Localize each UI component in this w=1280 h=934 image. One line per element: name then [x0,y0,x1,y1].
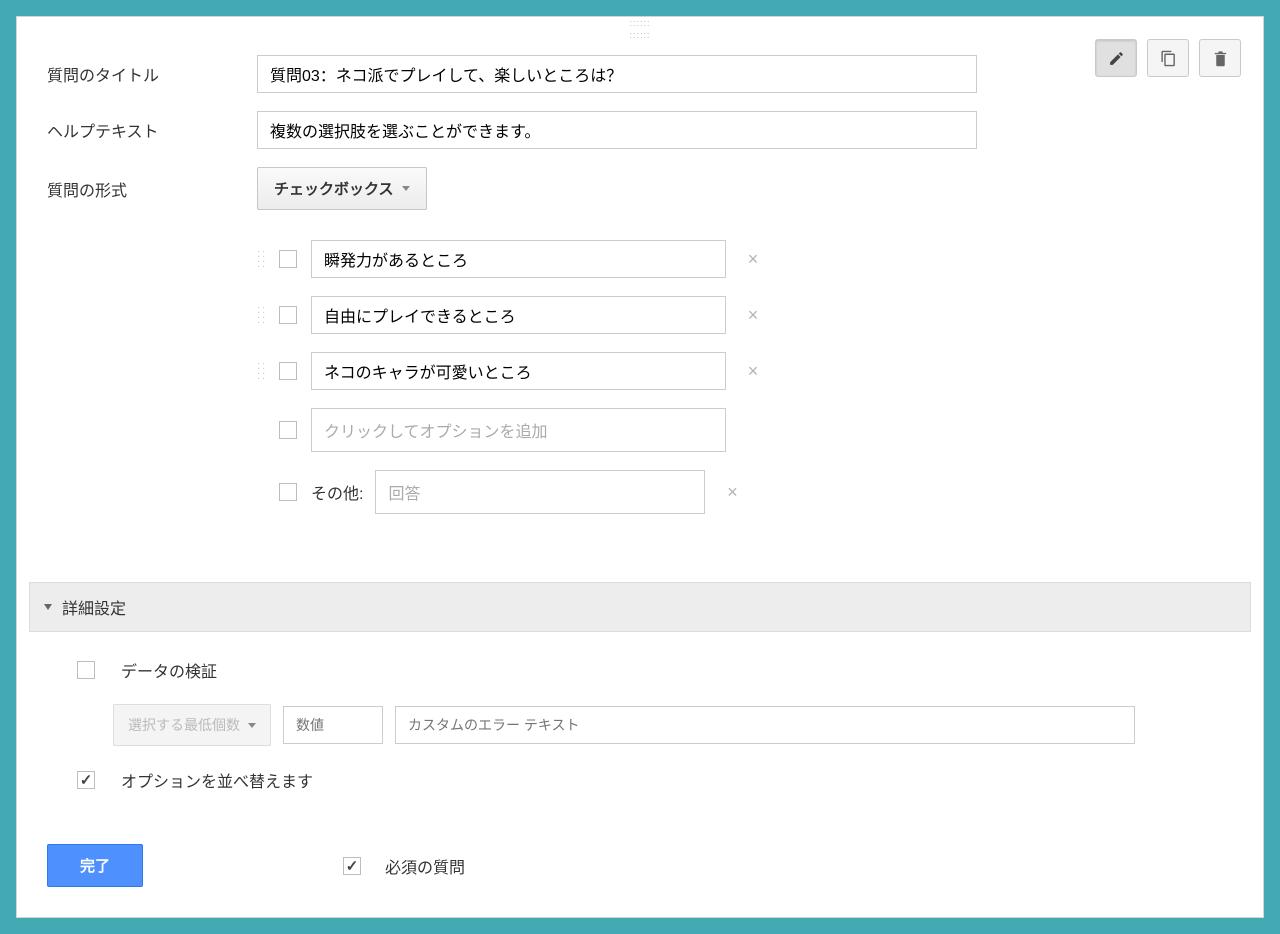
option-checkbox [279,306,297,324]
option-checkbox [279,362,297,380]
question-title-input[interactable] [257,55,977,93]
shuffle-options-label: オプションを並べ替えます [121,768,313,792]
type-label: 質問の形式 [47,177,257,201]
option-drag-handle[interactable]: :::::: [257,308,271,323]
remove-option-button[interactable]: × [744,305,762,326]
help-label: ヘルプテキスト [47,118,257,142]
edit-button[interactable] [1095,39,1137,77]
toolbar [1095,39,1241,77]
option-input[interactable] [311,296,726,334]
option-row: :::::: × [257,296,1233,334]
duplicate-button[interactable] [1147,39,1189,77]
question-type-dropdown[interactable]: チェックボックス [257,167,427,210]
title-label: 質問のタイトル [47,62,257,86]
trash-icon [1212,50,1229,67]
remove-other-button[interactable]: × [723,482,741,503]
remove-option-button[interactable]: × [744,249,762,270]
card-drag-handle[interactable]: :::::::::::: [17,17,1263,35]
dropdown-label: チェックボックス [274,178,394,199]
option-row: :::::: × [257,240,1233,278]
data-validation-label: データの検証 [121,658,217,682]
required-checkbox[interactable] [343,857,361,875]
add-option-row: クリックしてオプションを追加 [257,408,1233,452]
option-checkbox [279,421,297,439]
option-row: :::::: × [257,352,1233,390]
shuffle-options-checkbox[interactable] [77,771,95,789]
dropdown-label: 選択する最低個数 [128,715,240,735]
help-text-input[interactable] [257,111,977,149]
validation-number-input[interactable] [283,706,383,744]
option-drag-handle[interactable]: :::::: [257,364,271,379]
delete-button[interactable] [1199,39,1241,77]
validation-error-text-input[interactable] [395,706,1135,744]
chevron-down-icon [44,604,52,610]
question-editor-card: :::::::::::: 質問のタイトル ヘルプテキスト 質問 [16,16,1264,918]
add-option-input[interactable]: クリックしてオプションを追加 [311,408,726,452]
data-validation-checkbox[interactable] [77,661,95,679]
chevron-down-icon [402,186,410,191]
chevron-down-icon [248,723,256,728]
other-option-row: その他: 回答 × [257,470,1233,514]
validation-condition-dropdown[interactable]: 選択する最低個数 [113,704,271,746]
required-label: 必須の質問 [385,854,465,878]
other-checkbox [279,483,297,501]
other-label: その他: [311,480,363,504]
option-input[interactable] [311,240,726,278]
option-drag-handle[interactable]: :::::: [257,252,271,267]
remove-option-button[interactable]: × [744,361,762,382]
advanced-settings-label: 詳細設定 [62,595,126,619]
pencil-icon [1108,50,1125,67]
other-answer-input[interactable]: 回答 [375,470,705,514]
option-checkbox [279,250,297,268]
advanced-settings-toggle[interactable]: 詳細設定 [29,582,1251,632]
copy-icon [1160,50,1177,67]
option-input[interactable] [311,352,726,390]
done-button[interactable]: 完了 [47,844,143,887]
